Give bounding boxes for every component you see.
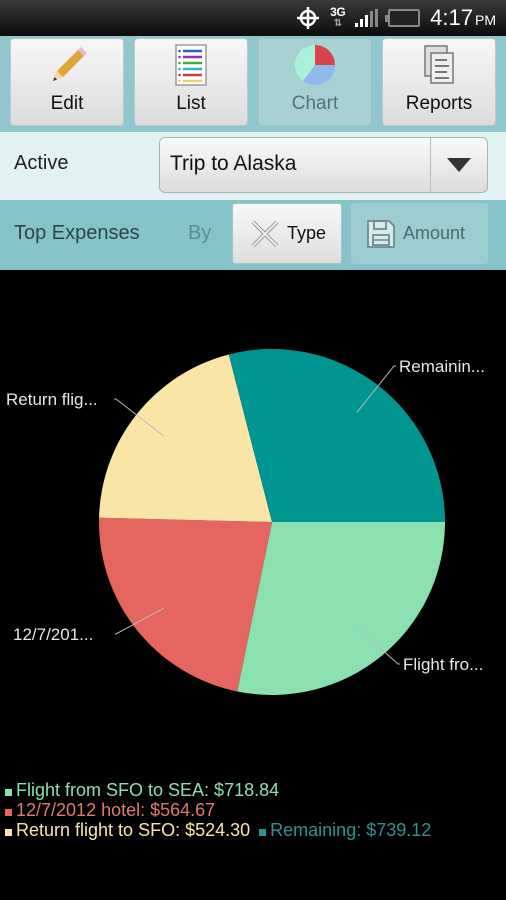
legend-item: Flight from SFO to SEA: $718.84 bbox=[5, 780, 279, 800]
x-icon bbox=[251, 220, 279, 247]
chart-legend: Flight from SFO to SEA: $718.84 12/7/201… bbox=[5, 780, 505, 840]
legend-swatch bbox=[5, 809, 12, 816]
chart-label: Chart bbox=[291, 93, 339, 114]
battery-icon bbox=[385, 9, 421, 27]
pie-slice-label: Flight fro... bbox=[403, 655, 483, 674]
list-button[interactable]: List bbox=[134, 38, 248, 126]
legend-text: Return flight to SFO: $524.30 bbox=[16, 820, 251, 840]
reports-label: Reports bbox=[405, 93, 473, 114]
data-arrows-icon: ⇅ bbox=[333, 18, 342, 29]
list-icon bbox=[175, 44, 207, 86]
gps-icon bbox=[296, 6, 320, 30]
edit-label: Edit bbox=[50, 93, 84, 114]
reports-icon bbox=[424, 45, 454, 84]
by-type-button[interactable]: Type bbox=[232, 203, 342, 264]
pie-chart-icon bbox=[295, 45, 335, 85]
network-label: 3G bbox=[330, 5, 346, 19]
signal-icon bbox=[355, 9, 379, 27]
legend-item: Remaining: $739.12 bbox=[259, 820, 431, 840]
pie-slice-label: Return flig... bbox=[6, 390, 98, 409]
clock-ampm: PM bbox=[475, 12, 496, 28]
clock-time: 4:17 bbox=[430, 5, 473, 30]
legend-text: 12/7/2012 hotel: $564.67 bbox=[16, 800, 216, 820]
top-expenses-title: Top Expenses bbox=[14, 222, 140, 244]
list-label: List bbox=[176, 93, 206, 114]
toolbar: Edit List Chart Reports bbox=[0, 36, 506, 132]
status-bar: 3G ⇅ 4:17 PM bbox=[0, 0, 506, 36]
reports-button[interactable]: Reports bbox=[382, 38, 496, 126]
pie-slice-label: Remainin... bbox=[399, 357, 485, 376]
legend-swatch bbox=[259, 829, 267, 836]
by-type-label: Type bbox=[287, 223, 327, 243]
legend-swatch bbox=[5, 829, 12, 836]
trip-selector-dropdown[interactable]: Trip to Alaska bbox=[159, 137, 488, 193]
legend-item: Return flight to SFO: $524.30 bbox=[5, 820, 250, 840]
legend-text: Flight from SFO to SEA: $718.84 bbox=[16, 780, 280, 800]
legend-text: Remaining: $739.12 bbox=[270, 820, 432, 840]
pie-chart-area: Flight fro... 12/7/201... Return flig... Re… bbox=[0, 270, 506, 900]
trip-selector-value: Trip to Alaska bbox=[170, 152, 297, 175]
active-label: Active bbox=[14, 152, 69, 174]
pie-slice-label: 12/7/201... bbox=[13, 625, 93, 644]
edit-button[interactable]: Edit bbox=[10, 38, 124, 126]
active-trip-row: Active Trip to Alaska bbox=[0, 132, 506, 200]
by-amount-button[interactable]: Amount bbox=[351, 203, 488, 264]
by-label: By bbox=[188, 222, 212, 244]
legend-swatch bbox=[5, 789, 12, 796]
pencil-icon bbox=[53, 47, 87, 81]
clock: 4:17 PM bbox=[430, 5, 496, 31]
dropdown-arrow-button[interactable] bbox=[430, 138, 487, 192]
floppy-disk-icon bbox=[367, 219, 395, 248]
top-expenses-filter-row: Top Expenses By Type Amount bbox=[0, 200, 506, 270]
chevron-down-icon bbox=[447, 158, 471, 172]
by-amount-label: Amount bbox=[403, 223, 466, 243]
legend-item: 12/7/2012 hotel: $564.67 bbox=[5, 800, 215, 820]
chart-button[interactable]: Chart bbox=[258, 38, 372, 126]
network-3g-icon: 3G ⇅ bbox=[330, 5, 346, 29]
